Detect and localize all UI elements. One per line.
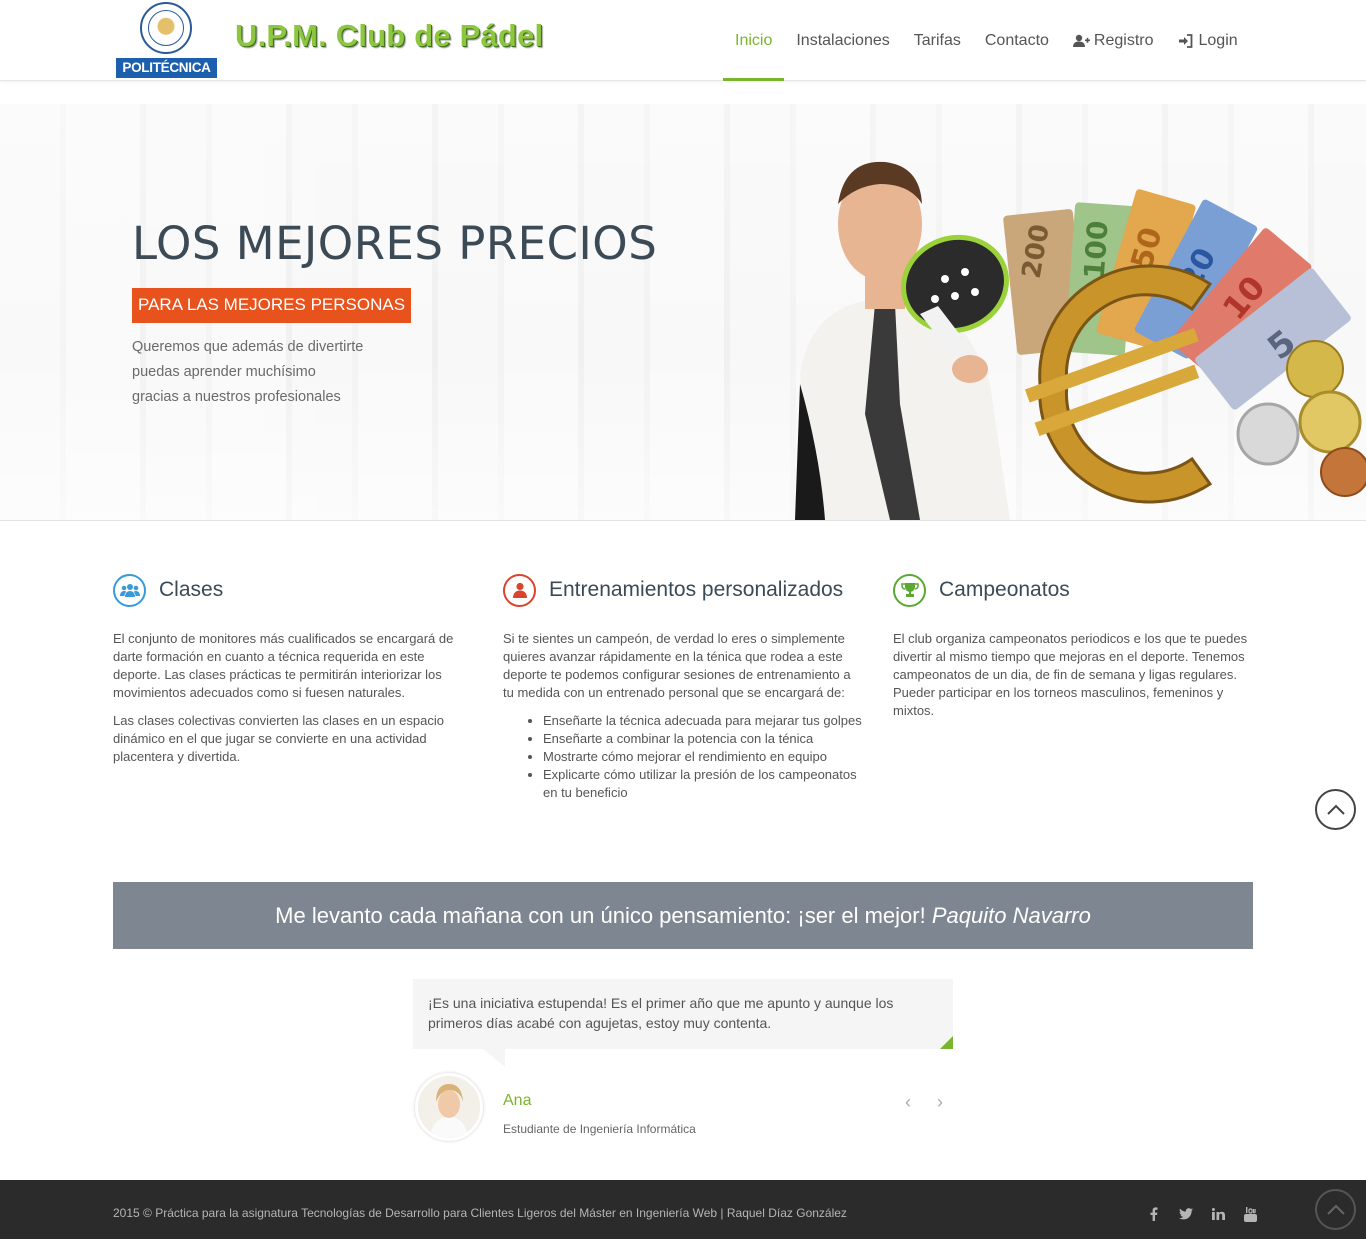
upm-logo[interactable]: POLITÉCNICA bbox=[116, 2, 217, 78]
site-brand[interactable]: U.P.M. Club de Pádel bbox=[235, 18, 543, 54]
hero-content: LOS MEJORES PRECIOS PARA LAS MEJORES PER… bbox=[132, 216, 657, 410]
copyright-text: 2015 © Práctica para la asignatura Tecno… bbox=[113, 1206, 847, 1220]
quote-author: Paquito Navarro bbox=[931, 903, 1091, 928]
testimonial-role: Estudiante de Ingeniería Informática bbox=[503, 1122, 696, 1136]
quote-banner: Me levanto cada mañana con un único pens… bbox=[113, 882, 1253, 949]
next-testimonial-button[interactable]: › bbox=[930, 1092, 950, 1112]
trophy-icon bbox=[893, 573, 926, 607]
padel-player-money-image: 200 100 50 20 10 5 bbox=[795, 161, 1366, 520]
prev-testimonial-button[interactable]: ‹ bbox=[898, 1092, 918, 1112]
list-item: Enseñarte a combinar la potencia con la … bbox=[543, 730, 865, 748]
bubble-tail bbox=[483, 1049, 505, 1067]
main-nav: Inicio Instalaciones Tarifas Contacto Re… bbox=[723, 0, 1250, 81]
note-label: 100 bbox=[1078, 220, 1115, 281]
youtube-icon[interactable] bbox=[1234, 1204, 1266, 1224]
nav-contacto[interactable]: Contacto bbox=[973, 0, 1061, 81]
facebook-icon[interactable] bbox=[1138, 1204, 1170, 1224]
user-icon bbox=[503, 573, 536, 607]
nav-label: Contacto bbox=[984, 31, 1049, 49]
nav-inicio[interactable]: Inicio bbox=[723, 0, 785, 81]
hero-line: puedas aprender muchísimo bbox=[132, 364, 316, 380]
hero-slider: LOS MEJORES PRECIOS PARA LAS MEJORES PER… bbox=[0, 104, 1366, 520]
testimonial-bubble: ¡Es una iniciativa estupenda! Es el prim… bbox=[413, 979, 953, 1049]
sign-in-icon bbox=[1178, 33, 1194, 48]
nav-label: Inicio bbox=[735, 31, 773, 49]
social-links bbox=[1138, 1204, 1266, 1224]
feature-text: Si te sientes un campeón, de verdad lo e… bbox=[503, 631, 851, 700]
testimonial-text: ¡Es una iniciativa estupenda! Es el prim… bbox=[428, 995, 894, 1031]
feature-text: El club organiza campeonatos periodicos … bbox=[893, 631, 1248, 718]
user-plus-icon bbox=[1072, 34, 1090, 48]
feature-text: El conjunto de monitores más cualificado… bbox=[113, 631, 454, 700]
avatar bbox=[415, 1073, 483, 1141]
nav-label: Login bbox=[1198, 31, 1238, 49]
feature-entrenamientos: Entrenamientos personalizados Si te sien… bbox=[503, 573, 865, 802]
nav-registro[interactable]: Registro bbox=[1061, 0, 1166, 81]
chevron-up-icon bbox=[1326, 1204, 1345, 1215]
feature-title: Entrenamientos personalizados bbox=[549, 578, 844, 601]
scroll-to-top-button-footer[interactable] bbox=[1315, 1189, 1356, 1230]
hero-title: LOS MEJORES PRECIOS bbox=[132, 217, 658, 270]
nav-instalaciones[interactable]: Instalaciones bbox=[784, 0, 901, 81]
feature-title: Campeonatos bbox=[939, 578, 1070, 601]
feature-campeonatos: Campeonatos El club organiza campeonatos… bbox=[893, 573, 1255, 720]
navbar: POLITÉCNICA U.P.M. Club de Pádel Inicio … bbox=[0, 0, 1366, 81]
feature-title: Clases bbox=[159, 578, 224, 601]
hero-text: Queremos que además de divertirte puedas… bbox=[132, 335, 657, 410]
feature-clases: Clases El conjunto de monitores más cual… bbox=[113, 573, 475, 766]
quote-text: Me levanto cada mañana con un único pens… bbox=[275, 903, 926, 928]
nav-label: Tarifas bbox=[913, 31, 961, 49]
twitter-icon[interactable] bbox=[1170, 1204, 1202, 1224]
users-icon bbox=[113, 573, 146, 607]
hero-tag: PARA LAS MEJORES PERSONAS bbox=[132, 288, 412, 323]
hero-line: gracias a nuestros profesionales bbox=[132, 389, 341, 405]
scroll-to-top-button[interactable] bbox=[1315, 789, 1356, 830]
nav-label: Instalaciones bbox=[796, 31, 890, 49]
bubble-corner-accent bbox=[940, 1036, 953, 1049]
logo-text: POLITÉCNICA bbox=[116, 58, 217, 78]
linkedin-icon[interactable] bbox=[1202, 1204, 1234, 1224]
hero-line: Queremos que además de divertirte bbox=[132, 339, 364, 355]
feature-list: Enseñarte la técnica adecuada para mejar… bbox=[503, 712, 865, 802]
feature-text: Las clases colectivas convierten las cla… bbox=[113, 713, 444, 764]
nav-label: Registro bbox=[1093, 31, 1154, 49]
nav-tarifas[interactable]: Tarifas bbox=[902, 0, 973, 81]
hero-divider bbox=[0, 520, 1366, 521]
footer: 2015 © Práctica para la asignatura Tecno… bbox=[0, 1180, 1366, 1239]
list-item: Explicarte cómo utilizar la presión de l… bbox=[543, 766, 865, 802]
crest-icon bbox=[140, 2, 192, 54]
list-item: Mostrarte cómo mejorar el rendimiento en… bbox=[543, 748, 865, 766]
list-item: Enseñarte la técnica adecuada para mejar… bbox=[543, 712, 865, 730]
chevron-up-icon bbox=[1326, 804, 1345, 815]
testimonial-name: Ana bbox=[503, 1092, 532, 1109]
nav-login[interactable]: Login bbox=[1166, 0, 1250, 81]
